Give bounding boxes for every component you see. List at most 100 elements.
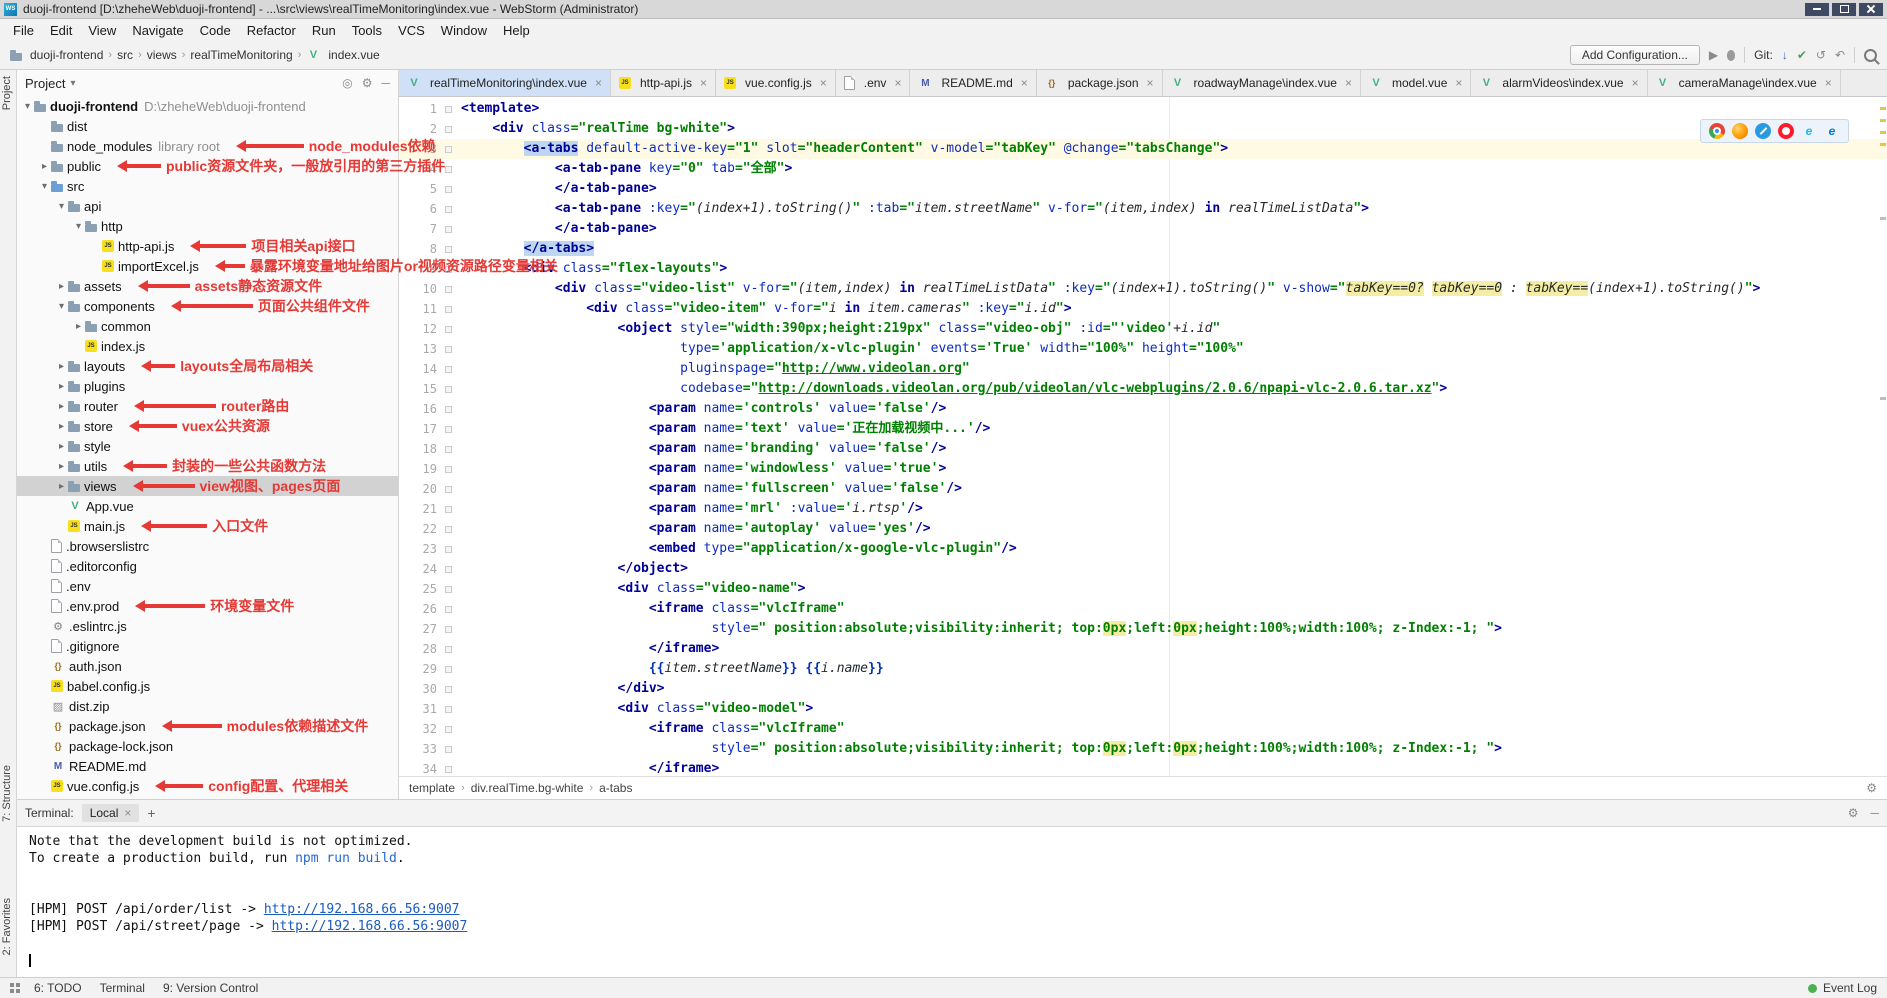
tab-README.md[interactable]: MREADME.md× — [910, 70, 1036, 96]
menu-vcs[interactable]: VCS — [391, 21, 432, 40]
breadcrumb-item-index.vue[interactable]: Vindex.vue — [306, 48, 379, 62]
fold-marker-icon[interactable] — [441, 719, 455, 739]
locate-file-icon[interactable]: ◎ — [342, 77, 352, 89]
code-line-17[interactable]: 17 <param name='text' value='正在加载视频中...'… — [399, 419, 1887, 439]
tree-item-index.js[interactable]: JSindex.js — [17, 336, 398, 356]
tab-http-api.js[interactable]: JShttp-api.js× — [611, 70, 716, 96]
tree-item-router[interactable]: ▸routerrouter路由 — [17, 396, 398, 416]
undo-icon[interactable]: ↶ — [1835, 49, 1845, 61]
fold-marker-icon[interactable] — [441, 639, 455, 659]
fold-marker-icon[interactable] — [441, 359, 455, 379]
tree-collapsed-icon[interactable]: ▸ — [55, 421, 68, 432]
tree-item-.env[interactable]: .env — [17, 576, 398, 596]
tree-expanded-icon[interactable]: ▾ — [38, 181, 51, 192]
breadcrumb-item-src[interactable]: src — [117, 48, 133, 62]
tab-.env[interactable]: .env× — [836, 70, 911, 96]
tab-model.vue[interactable]: Vmodel.vue× — [1361, 70, 1471, 96]
maximize-button[interactable] — [1832, 3, 1856, 16]
code-line-7[interactable]: 7 </a-tab-pane> — [399, 219, 1887, 239]
tree-item-.env.prod[interactable]: .env.prod环境变量文件 — [17, 596, 398, 616]
terminal-gear-icon[interactable]: ⚙ — [1848, 807, 1859, 819]
tree-item-style[interactable]: ▸style — [17, 436, 398, 456]
fold-marker-icon[interactable] — [441, 279, 455, 299]
tree-item-package-lock.json[interactable]: {}package-lock.json — [17, 736, 398, 756]
editor-breadcrumb-item-div.realTime.bg-white[interactable]: div.realTime.bg-white — [471, 781, 584, 795]
close-icon[interactable]: × — [124, 806, 131, 820]
fold-marker-icon[interactable] — [441, 619, 455, 639]
editor-breadcrumb-item-a-tabs[interactable]: a-tabs — [599, 781, 632, 795]
code-line-16[interactable]: 16 <param name='controls' value='false'/… — [399, 399, 1887, 419]
fold-marker-icon[interactable] — [441, 199, 455, 219]
fold-marker-icon[interactable] — [441, 679, 455, 699]
ie-browser-icon[interactable]: e — [1801, 123, 1817, 139]
tree-collapsed-icon[interactable]: ▸ — [55, 361, 68, 372]
terminal-tab-local[interactable]: Local × — [82, 804, 140, 822]
tab-package.json[interactable]: {}package.json× — [1037, 70, 1163, 96]
fold-marker-icon[interactable] — [441, 759, 455, 776]
fold-marker-icon[interactable] — [441, 219, 455, 239]
menu-run[interactable]: Run — [305, 21, 343, 40]
firefox-browser-icon[interactable] — [1732, 123, 1748, 139]
tree-item-dist[interactable]: dist — [17, 116, 398, 136]
tab-close-icon[interactable]: × — [1147, 76, 1154, 90]
hide-panel-icon[interactable]: ─ — [381, 77, 390, 89]
tab-vue.config.js[interactable]: JSvue.config.js× — [716, 70, 836, 96]
tab-alarmVideos\index.vue[interactable]: ValarmVideos\index.vue× — [1471, 70, 1647, 96]
new-terminal-icon[interactable]: + — [147, 805, 155, 821]
status-terminal[interactable]: Terminal — [100, 981, 145, 995]
fold-marker-icon[interactable] — [441, 439, 455, 459]
fold-marker-icon[interactable] — [441, 519, 455, 539]
debug-icon[interactable] — [1727, 50, 1735, 61]
fold-marker-icon[interactable] — [441, 459, 455, 479]
tree-item-views[interactable]: ▸viewsview视图、pages页面 — [17, 476, 398, 496]
close-button[interactable] — [1859, 3, 1883, 16]
fold-marker-icon[interactable] — [441, 419, 455, 439]
code-line-9[interactable]: 9 <div class="flex-layouts"> — [399, 259, 1887, 279]
tree-item-assets[interactable]: ▸assetsassets静态资源文件 — [17, 276, 398, 296]
tree-collapsed-icon[interactable]: ▸ — [55, 281, 68, 292]
tree-collapsed-icon[interactable]: ▸ — [72, 321, 85, 332]
tree-expanded-icon[interactable]: ▾ — [55, 201, 68, 212]
code-line-31[interactable]: 31 <div class="video-model"> — [399, 699, 1887, 719]
add-configuration-button[interactable]: Add Configuration... — [1570, 45, 1700, 65]
fold-marker-icon[interactable] — [441, 699, 455, 719]
tree-item-http-api.js[interactable]: JShttp-api.js项目相关api接口 — [17, 236, 398, 256]
code-line-33[interactable]: 33 style=" position:absolute;visibility:… — [399, 739, 1887, 759]
menu-navigate[interactable]: Navigate — [125, 21, 190, 40]
edge-browser-icon[interactable]: e — [1824, 123, 1840, 139]
tree-item-components[interactable]: ▾components页面公共组件文件 — [17, 296, 398, 316]
git-commit-icon[interactable]: ✔ — [1797, 49, 1807, 61]
tab-close-icon[interactable]: × — [1632, 76, 1639, 90]
tree-item-.browserslistrc[interactable]: .browserslistrc — [17, 536, 398, 556]
minimize-panel-icon[interactable]: ─ — [1870, 807, 1879, 819]
opera-browser-icon[interactable] — [1778, 123, 1794, 139]
project-panel-title[interactable]: Project — [25, 76, 65, 91]
tab-roadwayManage\index.vue[interactable]: VroadwayManage\index.vue× — [1163, 70, 1361, 96]
stripe-structure-button[interactable]: 7: Structure — [1, 765, 13, 822]
tab-realTimeMonitoring\index.vue[interactable]: VrealTimeMonitoring\index.vue× — [399, 70, 611, 96]
tree-item-duoji-frontend[interactable]: ▾duoji-frontendD:\zheheWeb\duoji-fronten… — [17, 96, 398, 116]
fold-marker-icon[interactable] — [441, 659, 455, 679]
code-line-20[interactable]: 20 <param name='fullscreen' value='false… — [399, 479, 1887, 499]
code-line-29[interactable]: 29 {{item.streetName}} {{i.name}} — [399, 659, 1887, 679]
tree-item-api[interactable]: ▾api — [17, 196, 398, 216]
code-line-10[interactable]: 10 <div class="video-list" v-for="(item,… — [399, 279, 1887, 299]
code-line-21[interactable]: 21 <param name='mrl' :value='i.rtsp'/> — [399, 499, 1887, 519]
code-line-15[interactable]: 15 codebase="http://downloads.videolan.o… — [399, 379, 1887, 399]
run-icon[interactable]: ▶ — [1709, 49, 1718, 61]
tree-item-node_modules[interactable]: node_moduleslibrary rootnode_modules依赖 — [17, 136, 398, 156]
breadcrumb-item-views[interactable]: views — [147, 48, 177, 62]
tree-collapsed-icon[interactable]: ▸ — [55, 441, 68, 452]
menu-refactor[interactable]: Refactor — [240, 21, 303, 40]
fold-marker-icon[interactable] — [441, 339, 455, 359]
code-line-8[interactable]: 8 </a-tabs> — [399, 239, 1887, 259]
fold-marker-icon[interactable] — [441, 319, 455, 339]
gear-icon[interactable]: ⚙ — [362, 77, 373, 89]
fold-marker-icon[interactable] — [441, 119, 455, 139]
tab-close-icon[interactable]: × — [1345, 76, 1352, 90]
tree-item-public[interactable]: ▸publicpublic资源文件夹，一般放引用的第三方插件 — [17, 156, 398, 176]
minimize-button[interactable] — [1805, 3, 1829, 16]
safari-browser-icon[interactable] — [1755, 123, 1771, 139]
code-area[interactable]: 1<template>2 <div class="realTime bg-whi… — [399, 97, 1887, 776]
code-line-13[interactable]: 13 type='application/x-vlc-plugin' event… — [399, 339, 1887, 359]
